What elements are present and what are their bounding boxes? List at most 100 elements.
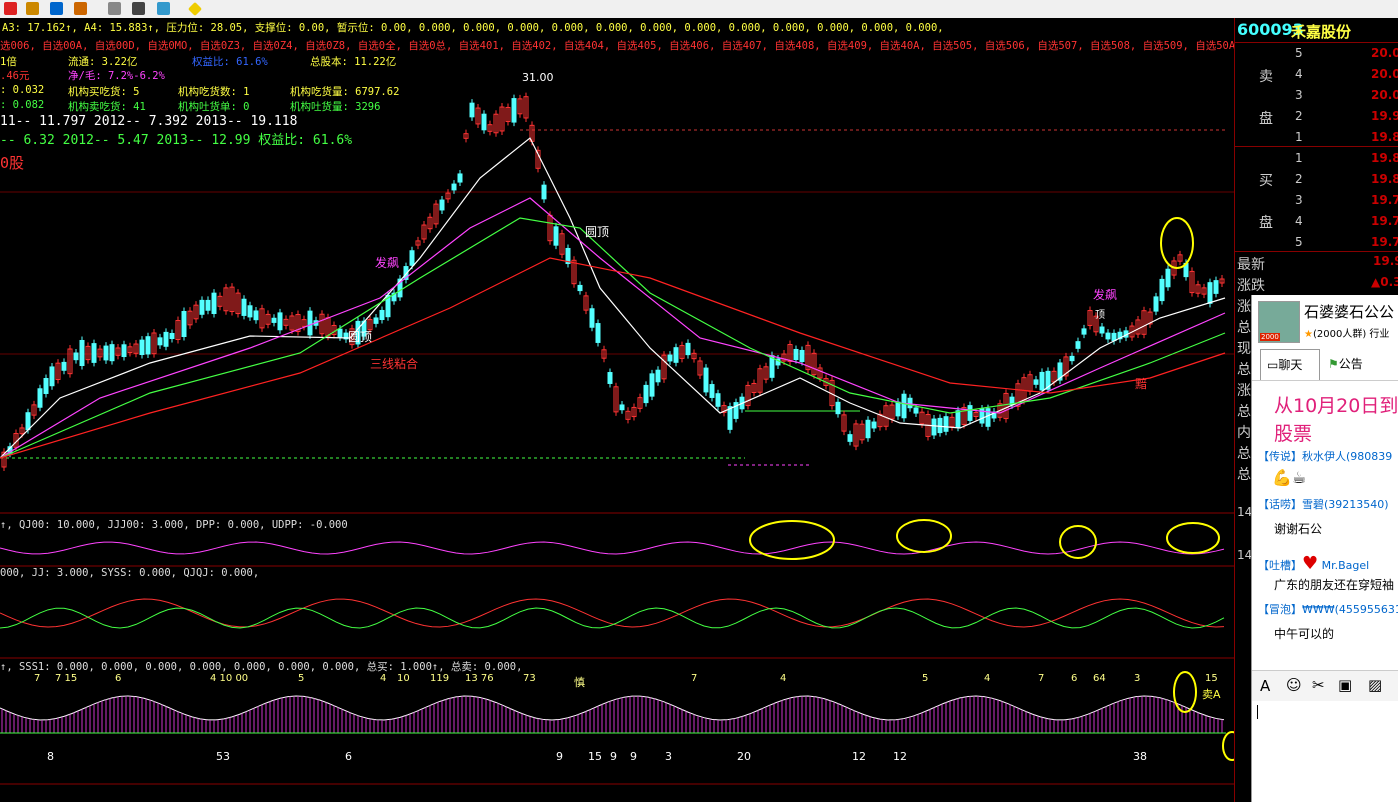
chat-input[interactable] bbox=[1252, 701, 1398, 802]
price-svg bbox=[0, 92, 1234, 785]
bottom-number: 20 bbox=[737, 750, 751, 763]
sell-level-num: 5 bbox=[1295, 46, 1303, 60]
msg3-text: 广东的朋友还在穿短袖 bbox=[1274, 578, 1395, 592]
shake-icon[interactable]: ✂ bbox=[1312, 676, 1325, 694]
top-number: 7 bbox=[1038, 673, 1045, 684]
ind2-red bbox=[0, 598, 1225, 628]
avatar-badge: 2000 bbox=[1260, 333, 1280, 341]
buy-level-price: 19.7 bbox=[1371, 214, 1398, 228]
tab-notice[interactable]: ⚑公告 bbox=[1328, 349, 1398, 379]
top-number: 5 bbox=[298, 673, 305, 684]
sell-level-price: 20.0 bbox=[1371, 88, 1398, 102]
group-name: 石婆婆石公公 bbox=[1304, 303, 1395, 321]
bottom-number: 3 bbox=[665, 750, 672, 763]
fapiao-label-2: 发飙 bbox=[1093, 288, 1118, 302]
sell-level-price: 19.8 bbox=[1371, 130, 1398, 144]
msg4-tag: 【冒泡】 bbox=[1258, 603, 1302, 616]
ma-white bbox=[0, 137, 1226, 459]
buy-level-num: 3 bbox=[1295, 193, 1303, 207]
tab-notice-label: 公告 bbox=[1338, 357, 1363, 371]
shen-label: 慎 bbox=[574, 676, 585, 689]
buy-level-num: 1 bbox=[1295, 151, 1303, 165]
msg2-text: 谢谢石公 bbox=[1274, 522, 1323, 536]
info-icon[interactable] bbox=[132, 2, 145, 15]
draw-icon[interactable] bbox=[26, 2, 39, 15]
indicator-3-header: ↑, SSS1: 0.000, 0.000, 0.000, 0.000, 0.0… bbox=[0, 661, 523, 673]
msg2-tag: 【话唠】 bbox=[1258, 498, 1302, 511]
group-chat-window[interactable]: 2000 石婆婆石公公 ★(2000人群) 行业 ▭聊天 ⚑公告 从10月20日… bbox=[1251, 295, 1398, 802]
bottom-number: 38 bbox=[1133, 750, 1147, 763]
screenshot-icon[interactable]: ▣ bbox=[1338, 676, 1352, 694]
buy-level-price: 19.8 bbox=[1371, 172, 1398, 186]
msg3-user[interactable]: Mr.Bagel bbox=[1322, 559, 1370, 572]
msg-1: 【传说】秋水伊人(980839 bbox=[1258, 448, 1392, 464]
stat-label: 内 bbox=[1237, 425, 1251, 441]
banner-line-1: 从10月20日到 bbox=[1274, 395, 1398, 417]
indicator-2-header: 000, JJ: 3.000, SYSS: 0.000, QJQJ: 0.000… bbox=[0, 567, 260, 579]
chart-icon[interactable] bbox=[4, 2, 17, 15]
kline-chart[interactable]: A3: 17.162↑, A4: 15.883↑, 压力位: 28.05, 支撑… bbox=[0, 18, 1347, 802]
buy-level-price: 19.7 bbox=[1371, 235, 1398, 249]
top-number: 4 bbox=[780, 673, 787, 684]
msg3-tag: 【吐槽】 bbox=[1258, 559, 1302, 572]
sell-level-price: 19.9 bbox=[1371, 109, 1398, 123]
mai-a-label: 卖A bbox=[1202, 688, 1221, 701]
msg-2: 【话唠】雪碧(39213540) bbox=[1258, 496, 1389, 512]
bottom-number: 12 bbox=[893, 750, 907, 763]
toolbar bbox=[0, 0, 1398, 19]
bottom-number: 8 bbox=[47, 750, 54, 763]
chat-toolbar: A ☺ ✂ ▣ ▨ bbox=[1252, 670, 1398, 701]
diamond-icon[interactable] bbox=[187, 1, 203, 17]
msg1-user[interactable]: 秋水伊人(980839 bbox=[1302, 450, 1392, 463]
top-number: 5 bbox=[922, 673, 929, 684]
msg1-tag: 【传说】 bbox=[1258, 450, 1302, 463]
emoji-icon[interactable]: ☺ bbox=[1286, 676, 1302, 694]
stats-icon[interactable] bbox=[157, 2, 170, 15]
msg2-user[interactable]: 雪碧(39213540) bbox=[1302, 498, 1389, 511]
ind3-white bbox=[0, 695, 1225, 721]
bottom-number: 53 bbox=[216, 750, 230, 763]
top-number: 3 bbox=[1134, 673, 1141, 684]
star-icon: ★ bbox=[1304, 329, 1313, 340]
top-number: 13 76 bbox=[465, 673, 494, 684]
group-avatar[interactable]: 2000 bbox=[1258, 301, 1300, 343]
group-meta-text: (2000人群) 行业 bbox=[1312, 329, 1390, 340]
stat-label: 涨 bbox=[1237, 299, 1251, 315]
side-num-1: 14 bbox=[1237, 505, 1253, 519]
ma-red bbox=[0, 257, 1226, 459]
sell-level-price: 20.0 bbox=[1371, 46, 1398, 60]
banner-line-2: 股票 bbox=[1274, 423, 1313, 445]
stat-label: 涨跌 bbox=[1237, 278, 1265, 294]
bottom-number: 9 bbox=[630, 750, 637, 763]
image-icon[interactable]: ▨ bbox=[1368, 676, 1382, 694]
line-icon[interactable] bbox=[50, 2, 63, 15]
sell-level-num: 2 bbox=[1295, 109, 1303, 123]
text-cursor bbox=[1257, 705, 1258, 719]
top-number: 7 bbox=[691, 673, 698, 684]
tab-chat-label: 聊天 bbox=[1278, 358, 1303, 372]
chat-icon: ▭ bbox=[1267, 358, 1279, 372]
msg-3: 【吐槽】♥ Mr.Bagel bbox=[1258, 553, 1369, 574]
bottom-number: 6 bbox=[345, 750, 352, 763]
page-icon[interactable] bbox=[108, 2, 121, 15]
bottom-number: 9 bbox=[556, 750, 563, 763]
ding-label: 顶 bbox=[1095, 310, 1105, 321]
yuanding-label-2: 圆顶 bbox=[585, 225, 610, 239]
font-icon[interactable]: A bbox=[1260, 677, 1270, 695]
stat-label: 总 bbox=[1237, 320, 1251, 336]
bottom-number: 15 bbox=[588, 750, 602, 763]
top-number: 73 bbox=[523, 673, 536, 684]
latest-price: 19.9 bbox=[1373, 254, 1398, 268]
ruler-icon[interactable] bbox=[74, 2, 87, 15]
stat-label: 最新 bbox=[1237, 257, 1265, 273]
stat-label: 总 bbox=[1237, 446, 1251, 462]
stock-name: 禾嘉股份 bbox=[1291, 23, 1352, 41]
moving-averages bbox=[0, 137, 1226, 459]
sell-label-2: 盘 bbox=[1259, 111, 1273, 127]
sell-level-num: 3 bbox=[1295, 88, 1303, 102]
bottom-number: 9 bbox=[610, 750, 617, 763]
msg4-user[interactable]: ₩₩₩(455955631) bbox=[1302, 603, 1398, 616]
sell-level-num: 4 bbox=[1295, 67, 1303, 81]
fapiao-label-1: 发飙 bbox=[375, 256, 400, 270]
tab-chat[interactable]: ▭聊天 bbox=[1260, 349, 1320, 381]
